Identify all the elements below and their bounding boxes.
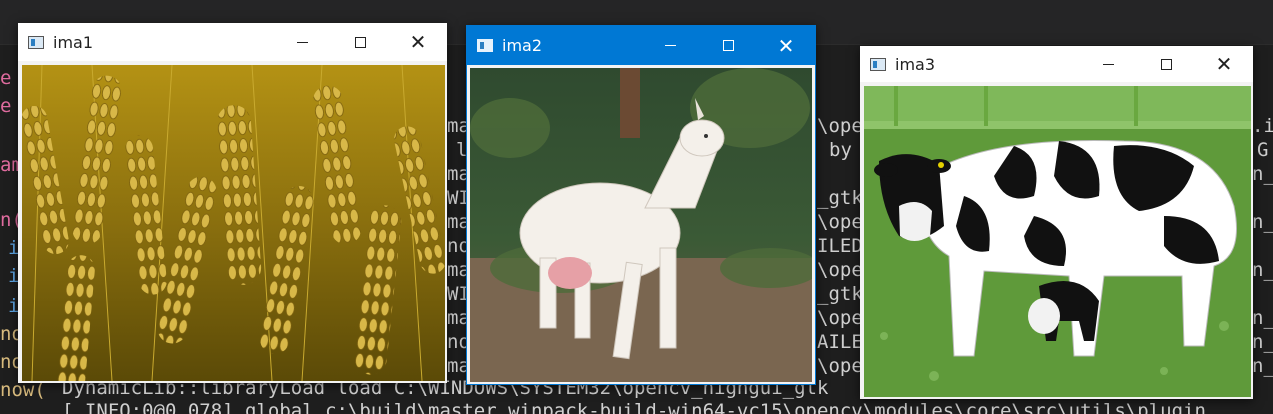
terminal-fragment: by — [829, 139, 852, 161]
minimize-button[interactable] — [641, 26, 699, 65]
terminal-fragment: \ope — [817, 259, 863, 281]
window-title: ima2 — [502, 36, 543, 55]
terminal-fragment: ILED — [817, 235, 863, 257]
terminal-fragment: n_ — [1252, 259, 1273, 281]
app-icon — [870, 57, 886, 71]
close-button[interactable]: ✕ — [757, 26, 815, 65]
cow-icon — [864, 86, 1251, 397]
app-icon — [28, 35, 44, 49]
terminal-fragment: \ope — [817, 355, 863, 377]
white-goat-image — [470, 68, 812, 382]
window-title: ima1 — [53, 32, 94, 52]
window-titlebar[interactable]: ima2 ✕ — [467, 26, 815, 65]
terminal-fragment: G — [1257, 139, 1269, 161]
terminal-fragment: _gtk — [817, 187, 863, 209]
close-button[interactable]: ✕ — [389, 23, 447, 61]
terminal-fragment: \ope — [817, 211, 863, 233]
image-window-ima3[interactable]: ima3 ✕ — [860, 46, 1253, 399]
close-button[interactable]: ✕ — [1195, 46, 1253, 82]
app-icon — [477, 39, 493, 52]
terminal-fragment: n_ — [1252, 307, 1273, 329]
terminal-fragment: n_ — [1252, 211, 1273, 233]
code-fragment: e — [0, 67, 12, 89]
terminal-fragment: \ope — [817, 307, 863, 329]
image-window-ima1[interactable]: ima1 ✕ — [18, 23, 447, 383]
window-title: ima3 — [895, 54, 936, 74]
terminal-line: [ INFO:0@0.078] global c:\build\master_w… — [62, 400, 1206, 414]
maximize-button[interactable] — [331, 23, 389, 61]
terminal-fragment: .i — [1252, 115, 1273, 137]
maximize-button[interactable] — [1137, 46, 1195, 82]
terminal-fragment: \ope — [817, 115, 863, 137]
terminal-fragment: _gtk — [817, 283, 863, 305]
minimize-button[interactable] — [273, 23, 331, 61]
terminal-fragment: AILE — [817, 331, 863, 353]
holstein-cows-image — [864, 86, 1251, 397]
terminal-fragment: n_ — [1252, 331, 1273, 353]
wheat-field-image — [22, 65, 445, 381]
image-window-ima2[interactable]: ima2 ✕ — [466, 25, 816, 385]
terminal-fragment: n_ — [1252, 355, 1273, 377]
goat-icon — [470, 68, 812, 382]
code-fragment: e — [0, 95, 12, 117]
window-titlebar[interactable]: ima1 ✕ — [18, 23, 447, 61]
maximize-button[interactable] — [699, 26, 757, 65]
minimize-button[interactable] — [1079, 46, 1137, 82]
window-titlebar[interactable]: ima3 ✕ — [860, 46, 1253, 82]
wheat-field-icon — [22, 65, 445, 381]
terminal-fragment: n_ — [1252, 163, 1273, 185]
